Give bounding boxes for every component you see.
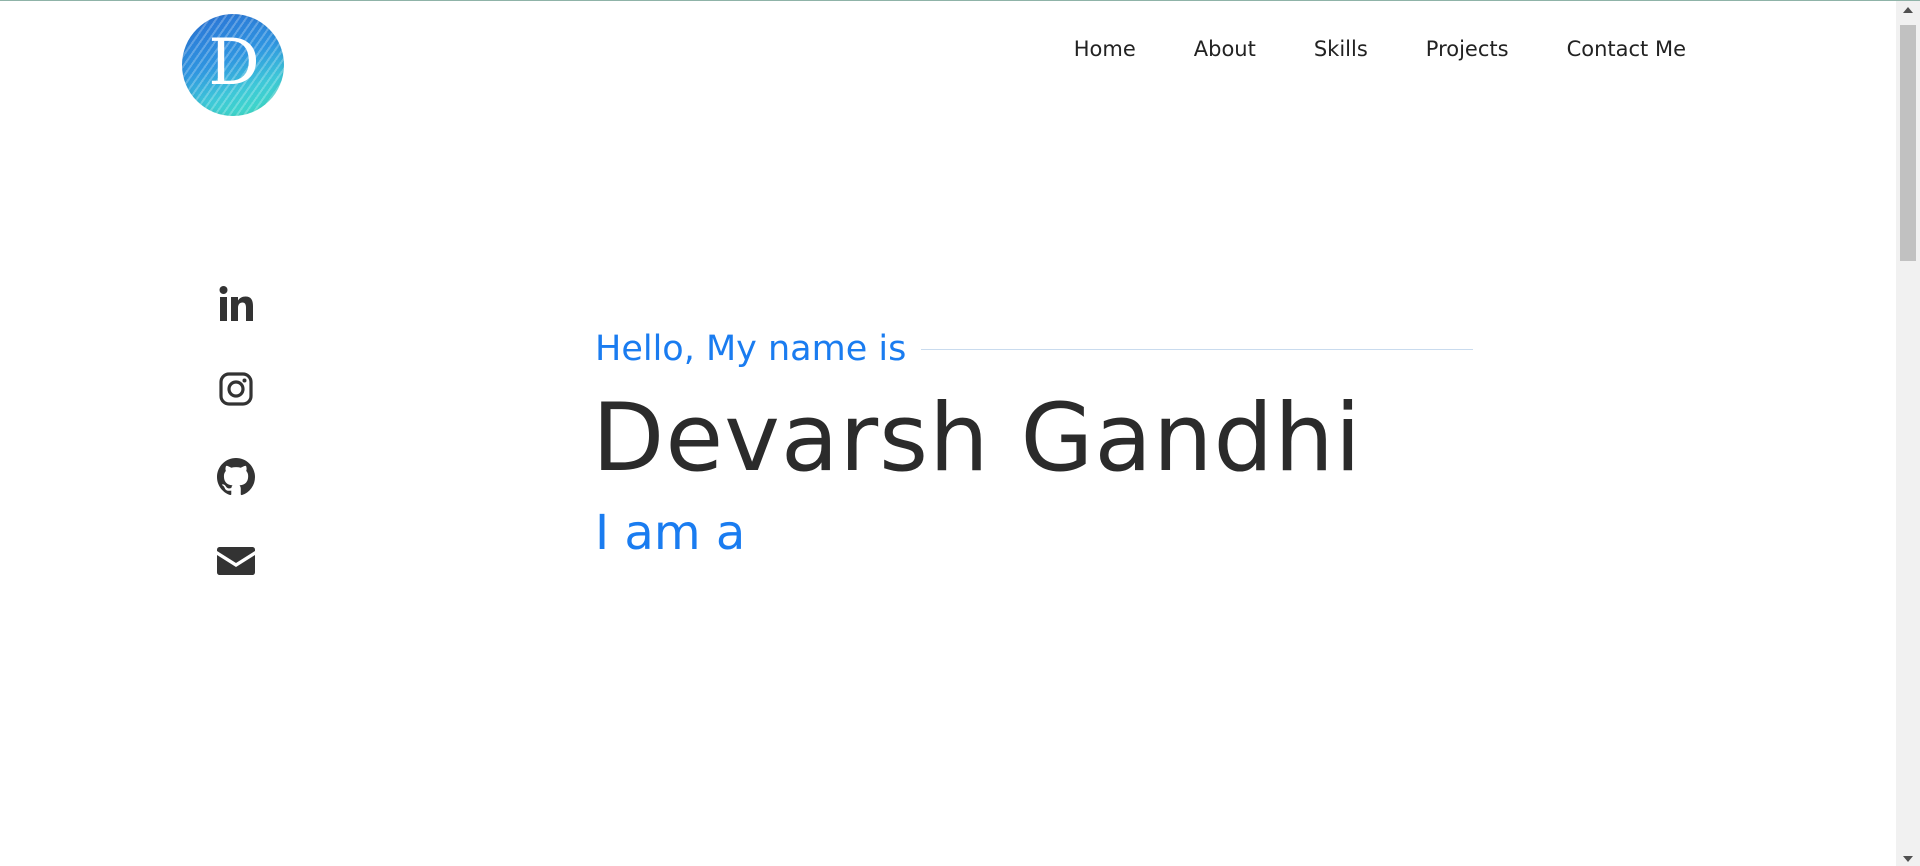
hero-greeting-row: Hello, My name is: [595, 327, 1474, 371]
github-icon: [217, 458, 255, 496]
email-link[interactable]: [212, 545, 260, 589]
chevron-up-icon: [1903, 6, 1913, 13]
scroll-thumb[interactable]: [1900, 25, 1916, 261]
linkedin-icon: [219, 286, 253, 321]
github-link[interactable]: [212, 458, 260, 502]
hero-greeting: Hello, My name is: [595, 329, 907, 369]
email-icon: [217, 547, 255, 575]
chevron-down-icon: [1903, 855, 1913, 862]
nav-about[interactable]: About: [1194, 35, 1256, 63]
nav-skills[interactable]: Skills: [1314, 35, 1368, 63]
nav-contact-me[interactable]: Contact Me: [1567, 35, 1686, 63]
nav-projects[interactable]: Projects: [1426, 35, 1509, 63]
site-logo[interactable]: D: [182, 14, 284, 116]
scroll-down-arrow[interactable]: [1896, 850, 1920, 866]
scrollbar[interactable]: [1896, 1, 1920, 866]
main-nav: Home About Skills Projects Contact Me: [1074, 35, 1686, 63]
nav-home[interactable]: Home: [1074, 35, 1136, 63]
linkedin-link[interactable]: [212, 284, 260, 328]
instagram-link[interactable]: [212, 371, 260, 415]
page: D Home About Skills Projects Contact Me: [0, 0, 1920, 866]
hero-divider: [921, 348, 1474, 350]
logo-letter: D: [208, 26, 260, 100]
scroll-up-arrow[interactable]: [1896, 1, 1920, 18]
hero-name: Devarsh Gandhi: [592, 384, 1362, 493]
instagram-icon: [219, 372, 253, 406]
hero-role: I am a: [595, 505, 746, 561]
social-links: [212, 284, 260, 632]
